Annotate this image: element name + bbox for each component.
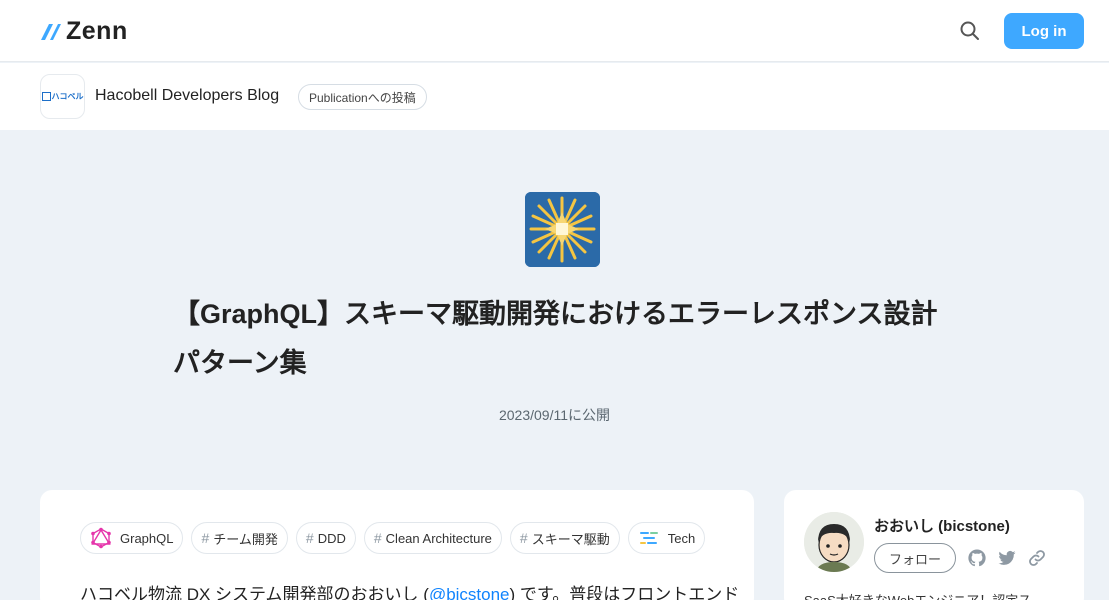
publication-badge[interactable]: Publicationへの投稿: [298, 84, 427, 110]
tag-label: DDD: [317, 530, 346, 546]
article-body-card: GraphQL # チーム開発 # DDD # Clean Architectu…: [40, 490, 754, 600]
article-emoji: [525, 192, 600, 267]
github-icon[interactable]: [967, 548, 987, 568]
tag-team-dev[interactable]: # チーム開発: [191, 522, 288, 554]
article-intro: ハコベル物流 DX システム開発部のおおいし (@bicstone) です。普段…: [80, 580, 739, 600]
login-button[interactable]: Log in: [1004, 13, 1084, 49]
publication-logo[interactable]: ハコベル: [40, 74, 85, 119]
tech-icon: [639, 532, 658, 544]
publication-bar: ハコベル Hacobell Developers Blog Publicatio…: [0, 63, 1109, 130]
intro-text: ハコベル物流 DX システム開発部のおおいし (: [80, 585, 429, 600]
hash-icon: #: [519, 530, 528, 546]
hash-icon: #: [373, 530, 382, 546]
avatar[interactable]: [804, 512, 864, 572]
publication-name[interactable]: Hacobell Developers Blog: [95, 87, 279, 105]
tag-label: チーム開発: [213, 531, 278, 547]
author-bio: SaaS大好きなWebエンジニア！認定ス: [804, 590, 1031, 600]
hash-icon: #: [201, 530, 210, 546]
author-card: おおいし (bicstone) フォロー SaaS大好きなWebエンジニア！認定…: [784, 490, 1084, 600]
avatar-illustration: [804, 512, 864, 572]
tag-tech[interactable]: Tech: [627, 522, 706, 554]
tag-ddd[interactable]: # DDD: [295, 522, 356, 554]
follow-button[interactable]: フォロー: [874, 543, 956, 573]
published-date: 2023/09/11に公開: [498, 407, 611, 423]
tag-label: スキーマ駆動: [531, 531, 610, 547]
topic-tags: GraphQL # チーム開発 # DDD # Clean Architectu…: [80, 522, 706, 554]
graphql-icon: [91, 527, 111, 549]
tag-label: GraphQL: [120, 530, 174, 546]
search-icon[interactable]: [958, 19, 982, 43]
zenn-logo[interactable]: Zenn: [40, 16, 128, 45]
author-mention-link[interactable]: @bicstone: [429, 585, 510, 600]
intro-text: ) です。普段はフロントエンド: [509, 585, 740, 600]
article-title: 【GraphQL】スキーマ駆動開発におけるエラーレスポンス設計パターン集: [173, 299, 938, 378]
link-icon[interactable]: [1027, 548, 1047, 568]
hacobell-box-icon: [41, 92, 51, 101]
tag-graphql[interactable]: GraphQL: [80, 522, 184, 554]
sparkle-emoji-icon: [525, 192, 600, 267]
hash-icon: #: [305, 530, 314, 546]
author-name[interactable]: おおいし (bicstone): [874, 515, 1010, 536]
twitter-icon[interactable]: [997, 548, 1017, 568]
tag-clean-architecture[interactable]: # Clean Architecture: [363, 522, 502, 554]
tag-schema-driven[interactable]: # スキーマ駆動: [509, 522, 620, 554]
publication-logo-text: ハコベル: [51, 92, 84, 101]
tag-label: Clean Architecture: [385, 530, 492, 546]
site-header: Zenn Log in: [0, 0, 1109, 62]
logo-text: Zenn: [66, 16, 128, 45]
tag-label: Tech: [667, 530, 696, 546]
zenn-logo-mark: [41, 24, 61, 40]
